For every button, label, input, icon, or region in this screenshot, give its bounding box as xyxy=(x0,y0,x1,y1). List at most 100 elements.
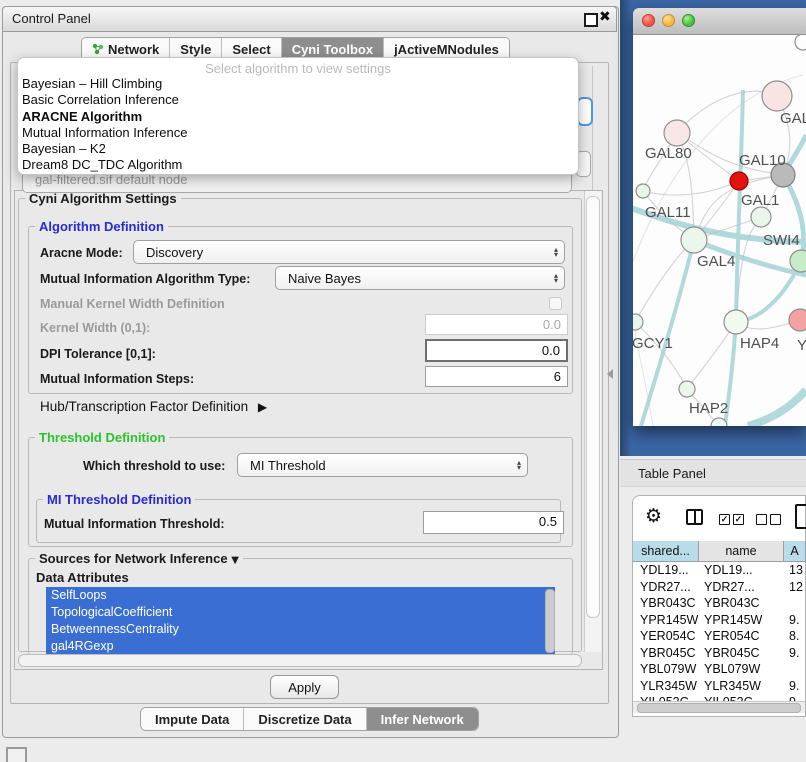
network-node-label: Y xyxy=(797,337,806,354)
data-attributes-list[interactable]: SelfLoopsTopologicalCoefficientBetweenne… xyxy=(46,587,555,654)
table-cell: YBR043C xyxy=(699,596,784,610)
screen: Control Panel ✖ Network Style Select Cyn… xyxy=(0,0,806,762)
sources-group-title[interactable]: Sources for Network Inference ▼ xyxy=(35,551,243,566)
collapse-panel-button[interactable] xyxy=(6,747,27,762)
splitter-collapse-icon[interactable] xyxy=(607,369,613,379)
threshold-definition-title: Threshold Definition xyxy=(35,430,169,445)
network-node[interactable] xyxy=(790,250,806,272)
data-attribute-item[interactable]: SelfLoops xyxy=(46,587,555,604)
mi-threshold-input[interactable]: 0.5 xyxy=(423,511,564,534)
minimize-traffic-light-icon[interactable] xyxy=(662,14,675,27)
data-attribute-item[interactable]: BetweennessCentrality xyxy=(46,621,555,638)
settings-horizontal-scrollbar-thumb[interactable] xyxy=(18,654,582,667)
network-node-label: GAL1 xyxy=(741,192,779,209)
document-icon[interactable] xyxy=(795,504,806,529)
checked-box-icon[interactable]: ✓ xyxy=(719,514,730,525)
zoom-traffic-light-icon[interactable] xyxy=(682,14,695,27)
network-node[interactable] xyxy=(789,309,806,331)
aracne-mode-combo[interactable]: Discovery ▴▾ xyxy=(133,240,565,264)
table-cell: 9. xyxy=(784,646,806,660)
mi-steps-label: Mutual Information Steps: xyxy=(40,372,194,386)
network-node[interactable] xyxy=(679,381,695,397)
dpi-tolerance-input[interactable]: 0.0 xyxy=(425,339,568,362)
which-threshold-label: Which threshold to use: xyxy=(83,459,225,473)
network-node[interactable] xyxy=(633,314,643,330)
table-horizontal-scrollbar-thumb[interactable] xyxy=(637,703,801,713)
table-row[interactable]: YBL079WYBL079W xyxy=(633,661,806,678)
network-node[interactable] xyxy=(664,120,690,146)
bottom-tabstrip: Impute Data Discretize Data Infer Networ… xyxy=(140,707,479,731)
network-node[interactable] xyxy=(730,172,748,190)
table-row[interactable]: YBR045CYBR045C9. xyxy=(633,645,806,662)
data-attribute-item[interactable]: TopologicalCoefficient xyxy=(46,604,555,621)
kernel-width-input[interactable]: 0.0 xyxy=(425,314,568,335)
tab-infer-network[interactable]: Infer Network xyxy=(367,708,478,730)
table-row[interactable]: YBR043CYBR043C xyxy=(633,595,806,612)
apply-button[interactable]: Apply xyxy=(270,675,339,699)
table-cell: 13 xyxy=(784,563,806,577)
table-body[interactable]: YDL19...YDL19...13YDR27...YDR27...12YBR0… xyxy=(633,562,806,701)
settings-gear-icon[interactable]: ⚙ xyxy=(645,505,662,527)
mi-algorithm-type-combo[interactable]: Naive Bayes ▴▾ xyxy=(275,266,565,290)
dpi-tolerance-label: DPI Tolerance [0,1]: xyxy=(40,347,156,361)
network-canvas[interactable]: GALGAL80GAL10GAL1GAL11SWI4GAL4GCY1HAP4YH… xyxy=(633,35,806,426)
float-window-icon[interactable] xyxy=(584,13,598,27)
aracne-mode-label: Aracne Mode: xyxy=(40,246,123,260)
table-cell: YDR27... xyxy=(699,580,784,594)
mi-steps-input[interactable]: 6 xyxy=(425,366,568,387)
table-row[interactable]: YDL19...YDL19...13 xyxy=(633,562,806,579)
table-cell: YDL19... xyxy=(699,563,784,577)
algorithm-dropdown-item[interactable]: Mutual Information Inference xyxy=(18,125,578,141)
unchecked-box-icon[interactable] xyxy=(756,514,767,525)
tab-impute-data[interactable]: Impute Data xyxy=(141,708,244,730)
which-threshold-combo[interactable]: MI Threshold ▴▾ xyxy=(237,453,528,477)
column-header-third[interactable]: A xyxy=(784,541,806,561)
column-layout-icon[interactable] xyxy=(686,509,703,525)
table-panel-titlebar[interactable]: Table Panel xyxy=(620,459,806,487)
table-panel-title: Table Panel xyxy=(638,466,706,481)
table-cell: YER054C xyxy=(699,629,784,643)
combo-stepper-icon: ▴▾ xyxy=(511,460,527,470)
data-attribute-item[interactable]: gal4RGexp xyxy=(46,638,555,654)
close-icon[interactable]: ✖ xyxy=(599,9,611,25)
table-row[interactable]: YER054CYER054C8. xyxy=(633,628,806,645)
algorithm-dropdown-item[interactable]: ARACNE Algorithm xyxy=(18,109,578,125)
table-row[interactable]: YLR345WYLR345W9. xyxy=(633,678,806,695)
settings-vertical-scrollbar-thumb[interactable] xyxy=(586,196,600,618)
table-cell: YPR145W xyxy=(633,613,699,627)
network-node[interactable] xyxy=(636,184,650,198)
inference-algorithm-combo-fragment[interactable] xyxy=(577,97,593,126)
table-row[interactable]: YDR27...YDR27...12 xyxy=(633,579,806,596)
algorithm-dropdown-item[interactable]: Bayesian – Hill Climbing xyxy=(18,76,578,92)
table-cell: 8. xyxy=(784,629,806,643)
manual-kernel-width-label: Manual Kernel Width Definition xyxy=(40,297,225,311)
column-header-shared-name[interactable]: shared... xyxy=(633,541,699,561)
combo-stepper-icon: ▴▾ xyxy=(548,273,564,283)
network-node-label: HAP4 xyxy=(740,335,779,352)
control-panel-titlebar[interactable] xyxy=(2,6,617,32)
tab-discretize-data[interactable]: Discretize Data xyxy=(244,708,366,730)
network-node-label: GAL xyxy=(780,110,806,127)
network-window-titlebar[interactable] xyxy=(633,8,806,35)
algorithm-dropdown-item[interactable]: Dream8 DC_TDC Algorithm xyxy=(18,157,578,173)
network-node[interactable] xyxy=(724,310,748,334)
network-node[interactable] xyxy=(751,207,771,227)
network-node[interactable] xyxy=(681,227,707,253)
algorithm-dropdown-item[interactable]: Basic Correlation Inference xyxy=(18,92,578,108)
table-row[interactable]: YIL052CYIL052C9. xyxy=(633,694,806,701)
table-row[interactable]: YPR145WYPR145W9. xyxy=(633,612,806,629)
unchecked-box-icon[interactable] xyxy=(770,514,781,525)
checked-box-icon[interactable]: ✓ xyxy=(733,514,744,525)
kernel-width-label: Kernel Width (0,1): xyxy=(40,321,150,335)
table-cell: 12 xyxy=(784,580,806,594)
hub-definition-toggle[interactable]: Hub/Transcription Factor Definition ▶ xyxy=(40,399,267,414)
manual-kernel-width-checkbox[interactable] xyxy=(549,297,562,310)
network-node[interactable] xyxy=(762,81,792,111)
close-traffic-light-icon[interactable] xyxy=(642,14,655,27)
algorithm-dropdown-item[interactable]: Bayesian – K2 xyxy=(18,141,578,157)
network-node[interactable] xyxy=(795,35,806,50)
table-cell: YLR345W xyxy=(699,679,784,693)
network-node-label: GCY1 xyxy=(633,335,673,352)
column-header-name[interactable]: name xyxy=(699,541,784,561)
attributes-scrollbar-thumb[interactable] xyxy=(545,589,555,653)
